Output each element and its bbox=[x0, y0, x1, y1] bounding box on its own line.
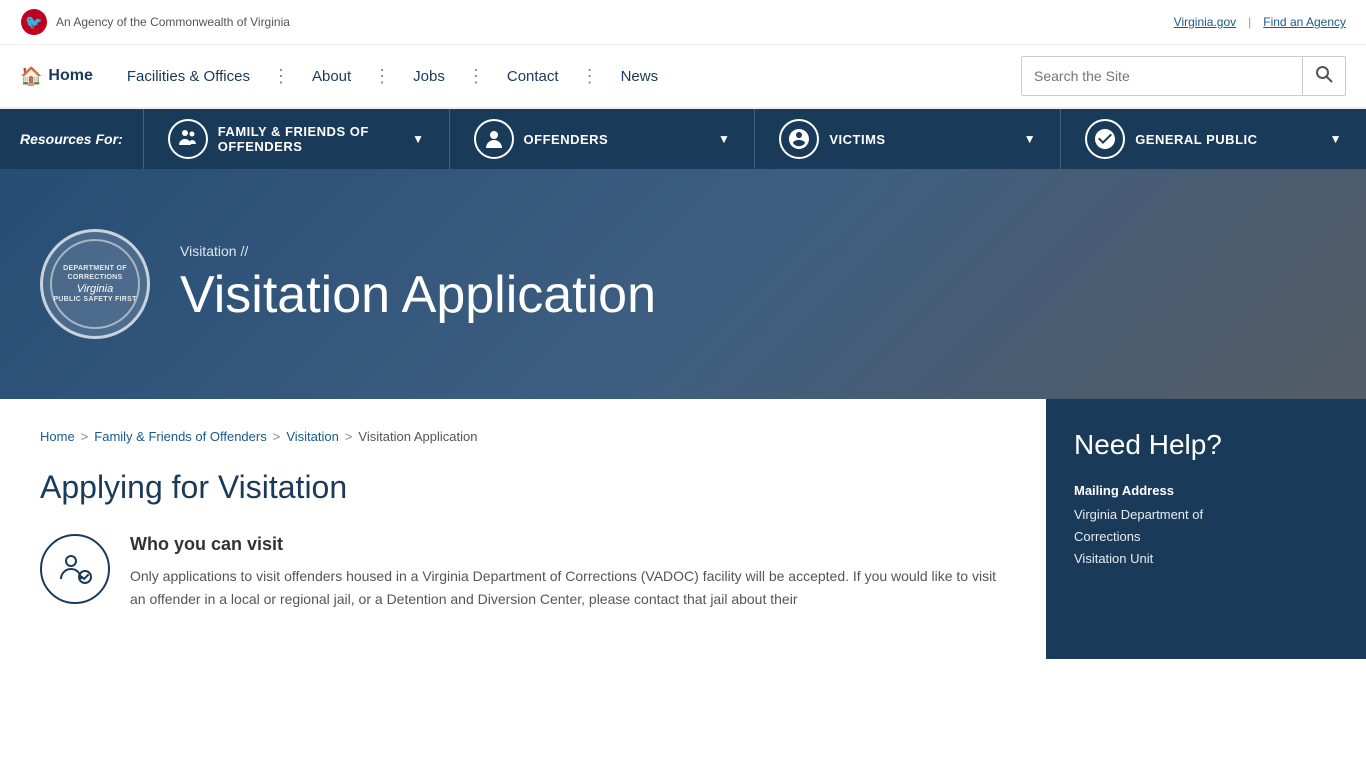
nav-about[interactable]: About bbox=[294, 44, 369, 108]
nav-news-label: News bbox=[621, 68, 659, 85]
victims-icon-svg bbox=[787, 127, 811, 151]
nav-contact[interactable]: Contact bbox=[489, 44, 577, 108]
nav-contact-label: Contact bbox=[507, 68, 559, 85]
resource-offenders[interactable]: OFFENDERS ▼ bbox=[449, 109, 755, 169]
resource-general-public[interactable]: GENERAL PUBLIC ▼ bbox=[1060, 109, 1366, 169]
search-box bbox=[1021, 56, 1346, 96]
nav-news[interactable]: News bbox=[603, 44, 677, 108]
victims-arrow: ▼ bbox=[1024, 132, 1036, 146]
who-visit-section: Who you can visit Only applications to v… bbox=[40, 534, 1006, 610]
family-friends-label: FAMILY & FRIENDS OF OFFENDERS bbox=[218, 124, 398, 154]
victims-label: VICTIMS bbox=[829, 132, 1009, 147]
offenders-label: OFFENDERS bbox=[524, 132, 704, 147]
hero-title: Visitation Application bbox=[180, 267, 656, 324]
nav-facilities[interactable]: Facilities & Offices bbox=[109, 44, 268, 108]
search-icon bbox=[1315, 65, 1333, 83]
nav-dots-3: ⋮ bbox=[463, 66, 489, 87]
nav-home-label: Home bbox=[48, 67, 92, 85]
who-visit-text: Only applications to visit offenders hou… bbox=[130, 565, 1006, 610]
nav-facilities-label: Facilities & Offices bbox=[127, 68, 250, 85]
top-links: Virginia.gov | Find an Agency bbox=[1174, 15, 1346, 29]
general-public-label: GENERAL PUBLIC bbox=[1135, 132, 1315, 147]
breadcrumb-sep-2: > bbox=[273, 429, 281, 444]
agency-text: An Agency of the Commonwealth of Virgini… bbox=[56, 15, 290, 29]
who-visit-content: Who you can visit Only applications to v… bbox=[130, 534, 1006, 610]
page-heading: Applying for Visitation bbox=[40, 468, 1006, 506]
address-line2: Corrections bbox=[1074, 526, 1338, 548]
breadcrumb-family-friends[interactable]: Family & Friends of Offenders bbox=[94, 429, 266, 444]
seal-text-bottom: PUBLIC SAFETY FIRST bbox=[53, 295, 136, 304]
cardinal-icon: 🐦 bbox=[20, 8, 48, 36]
family-friends-arrow: ▼ bbox=[412, 132, 424, 146]
seal-inner: DEPARTMENT OF CORRECTIONS Virginia PUBLI… bbox=[50, 239, 140, 329]
sidebar-heading: Need Help? bbox=[1074, 429, 1338, 461]
hero-section: DEPARTMENT OF CORRECTIONS Virginia PUBLI… bbox=[0, 169, 1366, 399]
address-line1: Virginia Department of bbox=[1074, 504, 1338, 526]
breadcrumb-current: Visitation Application bbox=[358, 429, 477, 444]
offenders-arrow: ▼ bbox=[718, 132, 730, 146]
nav-jobs[interactable]: Jobs bbox=[395, 44, 463, 108]
svg-text:🐦: 🐦 bbox=[25, 14, 42, 30]
resource-family-friends[interactable]: FAMILY & FRIENDS OF OFFENDERS ▼ bbox=[143, 109, 449, 169]
nav-dots-4: ⋮ bbox=[577, 66, 603, 87]
breadcrumb: Home > Family & Friends of Offenders > V… bbox=[40, 429, 1006, 444]
nav-dots-2: ⋮ bbox=[369, 66, 395, 87]
breadcrumb-sep-1: > bbox=[81, 429, 89, 444]
breadcrumb-visitation[interactable]: Visitation bbox=[286, 429, 339, 444]
search-button[interactable] bbox=[1302, 57, 1345, 95]
general-public-icon-svg bbox=[1093, 127, 1117, 151]
hero-content: Visitation // Visitation Application bbox=[180, 243, 656, 324]
resources-bar: Resources For: FAMILY & FRIENDS OF OFFEN… bbox=[0, 109, 1366, 169]
main-content: Home > Family & Friends of Offenders > V… bbox=[0, 399, 1366, 659]
nav-jobs-label: Jobs bbox=[413, 68, 445, 85]
general-public-arrow: ▼ bbox=[1330, 132, 1342, 146]
sidebar: Need Help? Mailing Address Virginia Depa… bbox=[1046, 399, 1366, 659]
breadcrumb-sep-3: > bbox=[345, 429, 353, 444]
hero-breadcrumb: Visitation // bbox=[180, 243, 656, 259]
find-agency-link[interactable]: Find an Agency bbox=[1263, 15, 1346, 29]
breadcrumb-home[interactable]: Home bbox=[40, 429, 75, 444]
family-icon-svg bbox=[176, 127, 200, 151]
who-visit-title: Who you can visit bbox=[130, 534, 1006, 555]
general-public-icon bbox=[1085, 119, 1125, 159]
top-bar: 🐦 An Agency of the Commonwealth of Virgi… bbox=[0, 0, 1366, 45]
nav-dots-1: ⋮ bbox=[268, 66, 294, 87]
nav-bar: 🏠 Home Facilities & Offices ⋮ About ⋮ Jo… bbox=[0, 45, 1366, 109]
nav-about-label: About bbox=[312, 68, 351, 85]
family-friends-icon bbox=[168, 119, 208, 159]
mailing-address-label: Mailing Address bbox=[1074, 483, 1338, 498]
home-icon: 🏠 bbox=[20, 66, 42, 87]
search-input[interactable] bbox=[1022, 57, 1302, 95]
nav-home[interactable]: 🏠 Home bbox=[20, 66, 109, 87]
resource-victims[interactable]: VICTIMS ▼ bbox=[754, 109, 1060, 169]
who-visit-icon bbox=[40, 534, 110, 604]
offenders-icon-svg bbox=[483, 128, 505, 150]
seal-virginia: Virginia bbox=[77, 283, 114, 295]
offenders-icon bbox=[474, 119, 514, 159]
visitor-icon-svg bbox=[55, 549, 95, 589]
victims-icon bbox=[779, 119, 819, 159]
virginia-gov-link[interactable]: Virginia.gov bbox=[1174, 15, 1236, 29]
seal-text-top: DEPARTMENT OF CORRECTIONS bbox=[52, 264, 138, 282]
address-line3: Visitation Unit bbox=[1074, 548, 1338, 570]
department-seal: DEPARTMENT OF CORRECTIONS Virginia PUBLI… bbox=[40, 229, 150, 339]
content-left: Home > Family & Friends of Offenders > V… bbox=[0, 399, 1046, 659]
agency-branding: 🐦 An Agency of the Commonwealth of Virgi… bbox=[20, 8, 290, 36]
resources-label: Resources For: bbox=[0, 109, 143, 169]
sidebar-address: Virginia Department of Corrections Visit… bbox=[1074, 504, 1338, 570]
